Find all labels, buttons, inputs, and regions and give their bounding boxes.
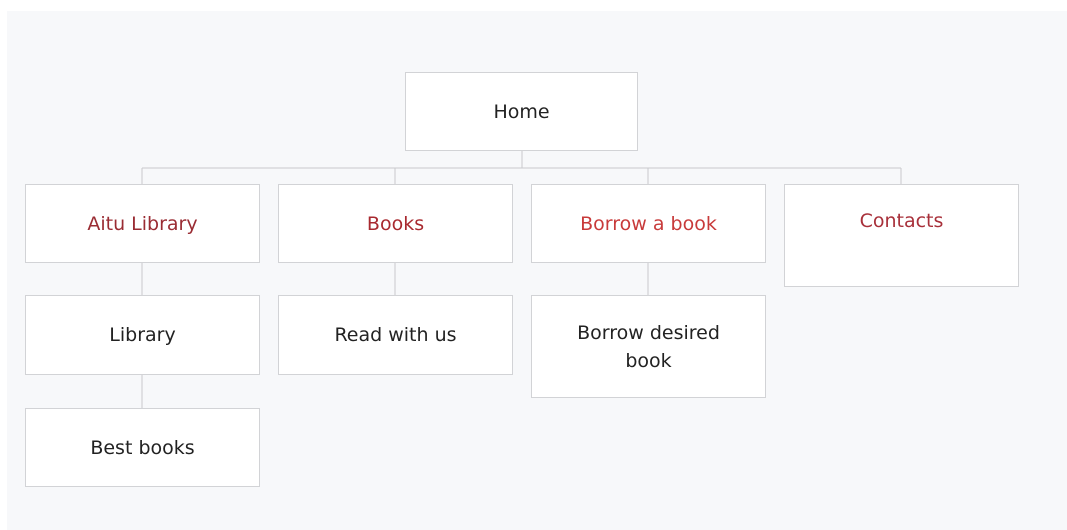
- node-aitu-library[interactable]: Aitu Library: [25, 184, 260, 263]
- node-home-label: Home: [493, 100, 550, 123]
- node-borrow-desired-book-label: Borrow desired book: [577, 321, 720, 372]
- node-books-label: Books: [366, 212, 425, 235]
- node-contacts-label: Contacts: [859, 210, 944, 232]
- node-best-books[interactable]: Best books: [25, 408, 260, 487]
- node-read-with-us[interactable]: Read with us: [278, 295, 513, 375]
- node-borrow-a-book[interactable]: Borrow a book: [531, 184, 766, 263]
- node-read-with-us-label: Read with us: [334, 324, 457, 346]
- node-best-books-label: Best books: [90, 436, 195, 459]
- node-library[interactable]: Library: [25, 295, 260, 375]
- node-borrow-desired-book[interactable]: Borrow desired book: [531, 295, 766, 398]
- node-contacts[interactable]: Contacts: [784, 184, 1019, 287]
- node-library-label: Library: [109, 324, 176, 346]
- node-aitu-library-label: Aitu Library: [87, 212, 198, 235]
- node-home[interactable]: Home: [405, 72, 638, 151]
- node-borrow-a-book-label: Borrow a book: [580, 212, 717, 235]
- node-books[interactable]: Books: [278, 184, 513, 263]
